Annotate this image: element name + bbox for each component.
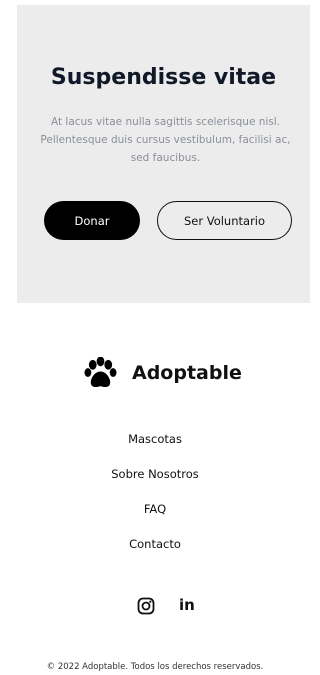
- hero-description: At lacus vitae nulla sagittis scelerisqu…: [40, 116, 291, 164]
- donate-button[interactable]: Donar: [44, 201, 140, 240]
- nav-item-faq[interactable]: FAQ: [0, 502, 310, 516]
- instagram-icon[interactable]: [137, 597, 155, 615]
- hero-section: Suspendisse vitae At lacus vitae nulla s…: [17, 5, 310, 303]
- nav-item-sobre-nosotros[interactable]: Sobre Nosotros: [0, 467, 310, 481]
- linkedin-icon[interactable]: in: [179, 596, 195, 614]
- hero-title: Suspendisse vitae: [50, 65, 277, 90]
- social-links: in: [0, 596, 310, 619]
- copyright-text: © 2022 Adoptable. Todos los derechos res…: [46, 662, 264, 672]
- nav-item-contacto[interactable]: Contacto: [0, 537, 310, 551]
- footer-brand[interactable]: Adoptable: [84, 356, 242, 390]
- brand-name: Adoptable: [132, 362, 242, 384]
- nav-item-mascotas[interactable]: Mascotas: [0, 432, 310, 446]
- paw-icon: [84, 356, 117, 387]
- volunteer-button[interactable]: Ser Voluntario: [157, 201, 292, 240]
